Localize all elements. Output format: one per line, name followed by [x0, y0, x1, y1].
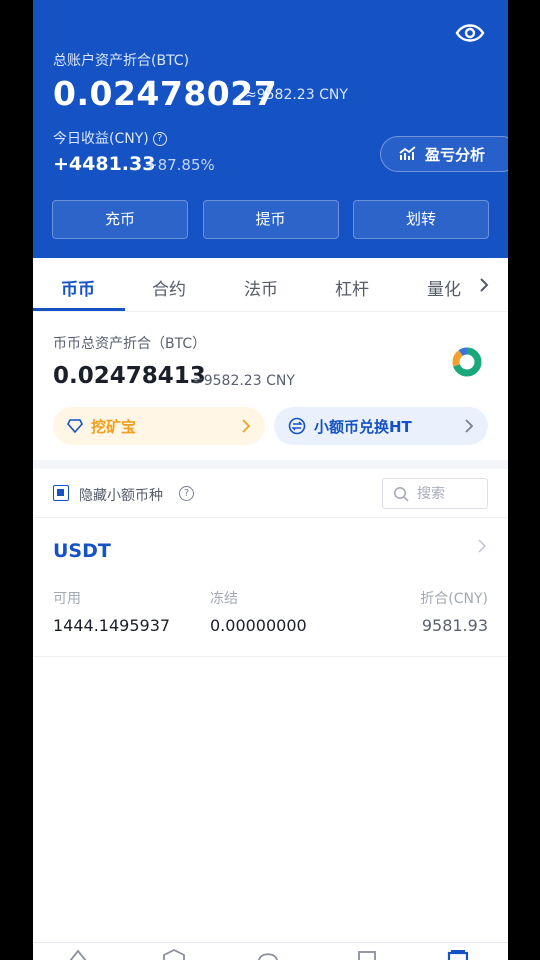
- trade-icon[interactable]: [256, 949, 280, 960]
- transfer-button[interactable]: 划转: [353, 200, 489, 239]
- asset-name: USDT: [53, 540, 111, 562]
- eye-icon[interactable]: [455, 20, 485, 46]
- total-assets-label: 总账户资产折合(BTC): [53, 53, 190, 69]
- bottom-nav: [33, 942, 508, 960]
- spot-assets-cny: ≈9582.23 CNY: [192, 373, 295, 389]
- wallet-icon[interactable]: [447, 949, 471, 960]
- tab-spot[interactable]: 币币: [61, 275, 95, 300]
- active-tab-indicator: [33, 308, 125, 311]
- chevron-right-icon[interactable]: [477, 276, 491, 294]
- today-earnings-label: 今日收益(CNY)?: [53, 128, 167, 148]
- account-tabs: 币币 合约 法币 杠杆 量化: [33, 258, 508, 312]
- search-input[interactable]: [415, 484, 479, 503]
- header-actions: 充币 提币 划转: [52, 200, 489, 239]
- spot-assets-label: 币币总资产折合（BTC）: [53, 336, 207, 352]
- value-cny-label: 折合(CNY): [420, 591, 488, 607]
- total-assets-cny: ≈9582.23 CNY: [245, 87, 348, 103]
- chart-trend-icon: [399, 146, 416, 160]
- help-icon[interactable]: ?: [179, 486, 194, 501]
- chevron-right-icon: [242, 419, 251, 433]
- search-icon: [394, 486, 409, 502]
- donut-chart-icon[interactable]: [451, 346, 483, 378]
- small-convert-button[interactable]: 小额币兑换HT: [274, 407, 488, 445]
- spot-assets-btc: 0.02478413: [53, 363, 206, 389]
- tab-fiat[interactable]: 法币: [244, 275, 278, 300]
- mining-button[interactable]: 挖矿宝: [53, 407, 265, 445]
- frozen-label: 冻结: [210, 591, 238, 607]
- asset-row[interactable]: USDT 可用 冻结 折合(CNY) 1444.1495937 0.000000…: [33, 518, 508, 657]
- pnl-analysis-button[interactable]: 盈亏分析: [380, 136, 508, 172]
- market-icon[interactable]: [162, 949, 186, 960]
- withdraw-button[interactable]: 提币: [202, 200, 339, 239]
- tab-quant[interactable]: 量化: [427, 275, 461, 300]
- hide-small-label[interactable]: 隐藏小额币种: [79, 485, 163, 505]
- contract-icon[interactable]: [355, 949, 379, 960]
- chevron-right-icon: [478, 539, 487, 553]
- app-screen: 总账户资产折合(BTC) 0.02478027 ≈9582.23 CNY 今日收…: [33, 0, 508, 960]
- available-value: 1444.1495937: [53, 616, 171, 635]
- account-header: 总账户资产折合(BTC) 0.02478027 ≈9582.23 CNY 今日收…: [33, 0, 508, 258]
- today-earnings-label-text: 今日收益(CNY): [53, 131, 149, 147]
- total-assets-btc: 0.02478027: [53, 74, 278, 113]
- tab-contract[interactable]: 合约: [152, 275, 186, 300]
- frozen-value: 0.00000000: [210, 616, 307, 635]
- hide-small-checkbox[interactable]: [53, 485, 69, 501]
- tab-margin[interactable]: 杠杆: [335, 275, 369, 300]
- diamond-icon: [67, 419, 83, 433]
- deposit-button[interactable]: 充币: [52, 200, 188, 239]
- chevron-right-icon: [465, 419, 474, 433]
- mining-label: 挖矿宝: [91, 417, 137, 436]
- available-label: 可用: [53, 591, 81, 607]
- help-icon[interactable]: ?: [152, 132, 167, 146]
- today-pnl-percent: +87.85%: [145, 156, 215, 174]
- small-convert-label: 小额币兑换HT: [314, 417, 412, 436]
- value-cny: 9581.93: [421, 616, 488, 635]
- search-box[interactable]: [382, 478, 488, 509]
- exchange-icon: [288, 417, 306, 435]
- today-pnl: +4481.33: [53, 153, 156, 175]
- section-divider: [33, 460, 508, 469]
- home-icon[interactable]: [66, 949, 90, 960]
- pnl-analysis-label: 盈亏分析: [425, 145, 486, 164]
